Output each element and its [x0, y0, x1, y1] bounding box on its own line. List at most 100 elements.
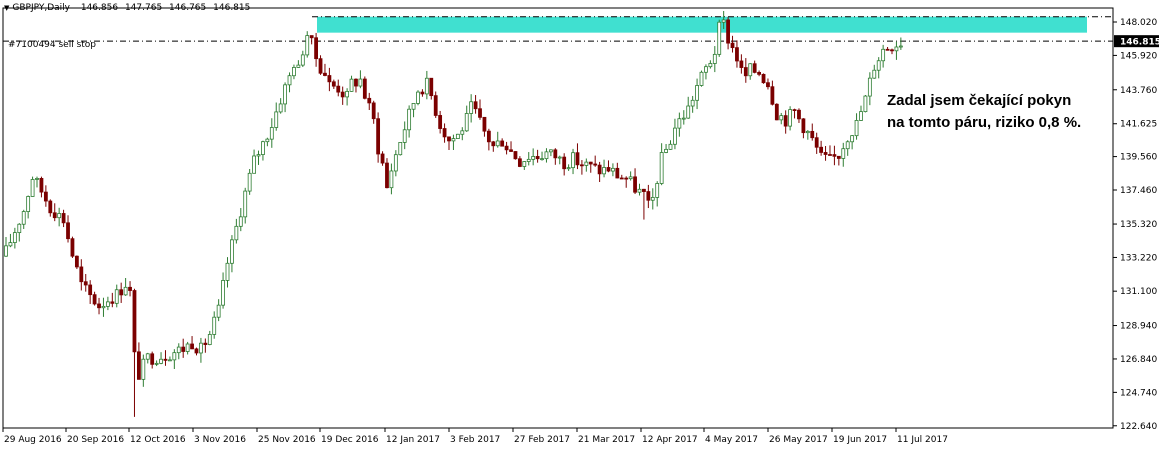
x-tick-label: 12 Apr 2017: [642, 435, 698, 445]
candle-body: [823, 152, 828, 155]
pending-order-label[interactable]: #7100494 sell stop: [8, 40, 96, 50]
candle-body: [159, 358, 163, 364]
candle-body: [252, 155, 256, 174]
candle-body: [566, 167, 571, 170]
candle-body: [429, 77, 434, 97]
candle-body: [48, 200, 53, 214]
candle-body: [185, 343, 190, 352]
candle-body: [606, 167, 611, 172]
candle-body: [735, 47, 739, 62]
candle-body: [181, 346, 186, 352]
x-tick-label: 12 Jan 2017: [386, 435, 440, 445]
candle-body: [172, 352, 177, 361]
candle-body: [721, 19, 726, 23]
candle-body: [39, 178, 44, 193]
candle-body: [602, 167, 606, 175]
candle-body: [230, 239, 234, 264]
candle-body: [269, 127, 274, 140]
candle-body: [690, 99, 695, 107]
candle-body: [199, 342, 203, 354]
candle-body: [548, 149, 553, 153]
candle-body: [274, 111, 279, 128]
candle-body: [35, 178, 39, 180]
x-tick-label: 29 Aug 2016: [4, 435, 62, 445]
candle-body: [664, 148, 668, 153]
candle-body: [739, 60, 744, 68]
candle-body: [845, 141, 850, 150]
candle-body: [424, 77, 429, 95]
candle-body: [340, 91, 345, 98]
candle-body: [57, 213, 62, 219]
candle-body: [805, 130, 810, 134]
candle-body: [522, 161, 527, 167]
candle-body: [624, 177, 629, 180]
candle-body: [176, 346, 181, 354]
candle-body: [867, 77, 872, 97]
x-tick-label: 12 Oct 2016: [130, 435, 186, 445]
candle-body: [695, 85, 699, 101]
candle-body: [309, 35, 314, 39]
candle-body: [885, 48, 890, 51]
price-chart[interactable]: 148.020145.920143.760141.625139.560137.4…: [0, 0, 1159, 450]
candle-body: [74, 255, 79, 268]
candle-body: [668, 143, 673, 150]
candle-body: [305, 35, 310, 56]
candle-body: [611, 167, 615, 172]
candle-body: [717, 21, 722, 55]
candle-body: [83, 281, 88, 286]
candle-body: [283, 84, 287, 105]
candle-body: [123, 286, 128, 296]
x-tick-label: 26 May 2017: [769, 435, 828, 445]
y-tick-label: 131.100: [1120, 287, 1157, 297]
candle-body: [486, 130, 491, 143]
candle-body: [323, 72, 327, 76]
candle-body: [783, 115, 788, 127]
candle-body: [544, 151, 549, 160]
candle-body: [225, 262, 230, 281]
candle-body: [300, 54, 305, 66]
candle-body: [203, 342, 208, 345]
supply-zone[interactable]: [317, 16, 1087, 33]
y-tick-label: 148.020: [1120, 18, 1157, 28]
candle-body: [650, 197, 655, 201]
candle-body: [261, 141, 265, 155]
candle-body: [770, 86, 775, 105]
candle-body: [393, 154, 398, 172]
candle-body: [500, 140, 505, 147]
high-value: 147.765: [124, 3, 163, 13]
candle-body: [655, 183, 660, 198]
candle-body: [349, 78, 354, 92]
y-tick-label: 135.320: [1120, 220, 1157, 230]
candle-body: [597, 164, 602, 175]
candle-body: [376, 118, 381, 155]
candle-body: [584, 161, 589, 166]
candle-body: [580, 164, 584, 167]
candle-body: [26, 196, 31, 212]
low-value: 146.765: [169, 3, 207, 13]
candle-body: [287, 75, 292, 86]
x-tick-label: 19 Dec 2016: [321, 435, 379, 445]
candle-body: [114, 289, 119, 304]
candle-body: [854, 120, 859, 137]
candle-body: [752, 63, 757, 73]
candle-body: [141, 358, 146, 380]
candle-body: [819, 146, 824, 153]
candle-body: [482, 116, 487, 132]
x-tick-label: 19 Jun 2017: [833, 435, 887, 445]
x-tick-label: 11 Jul 2017: [897, 435, 948, 445]
x-tick-label: 20 Sep 2016: [67, 435, 124, 445]
candle-body: [615, 167, 620, 179]
candle-body: [243, 190, 248, 218]
candle-body: [890, 49, 894, 52]
dropdown-arrow-icon[interactable]: ▼: [4, 4, 9, 12]
candle-body: [814, 137, 819, 148]
candle-body: [327, 75, 332, 83]
candle-body: [593, 163, 598, 166]
symbol-label: GBPJPY,Daily: [12, 3, 70, 13]
candle-body: [88, 284, 93, 296]
annotation-text: Zadal jsem čekající pokyn na tomto páru,…: [887, 90, 1127, 134]
candle-body: [17, 223, 22, 233]
candle-body: [442, 128, 447, 138]
candle-body: [216, 304, 221, 318]
candle-body: [557, 156, 562, 159]
